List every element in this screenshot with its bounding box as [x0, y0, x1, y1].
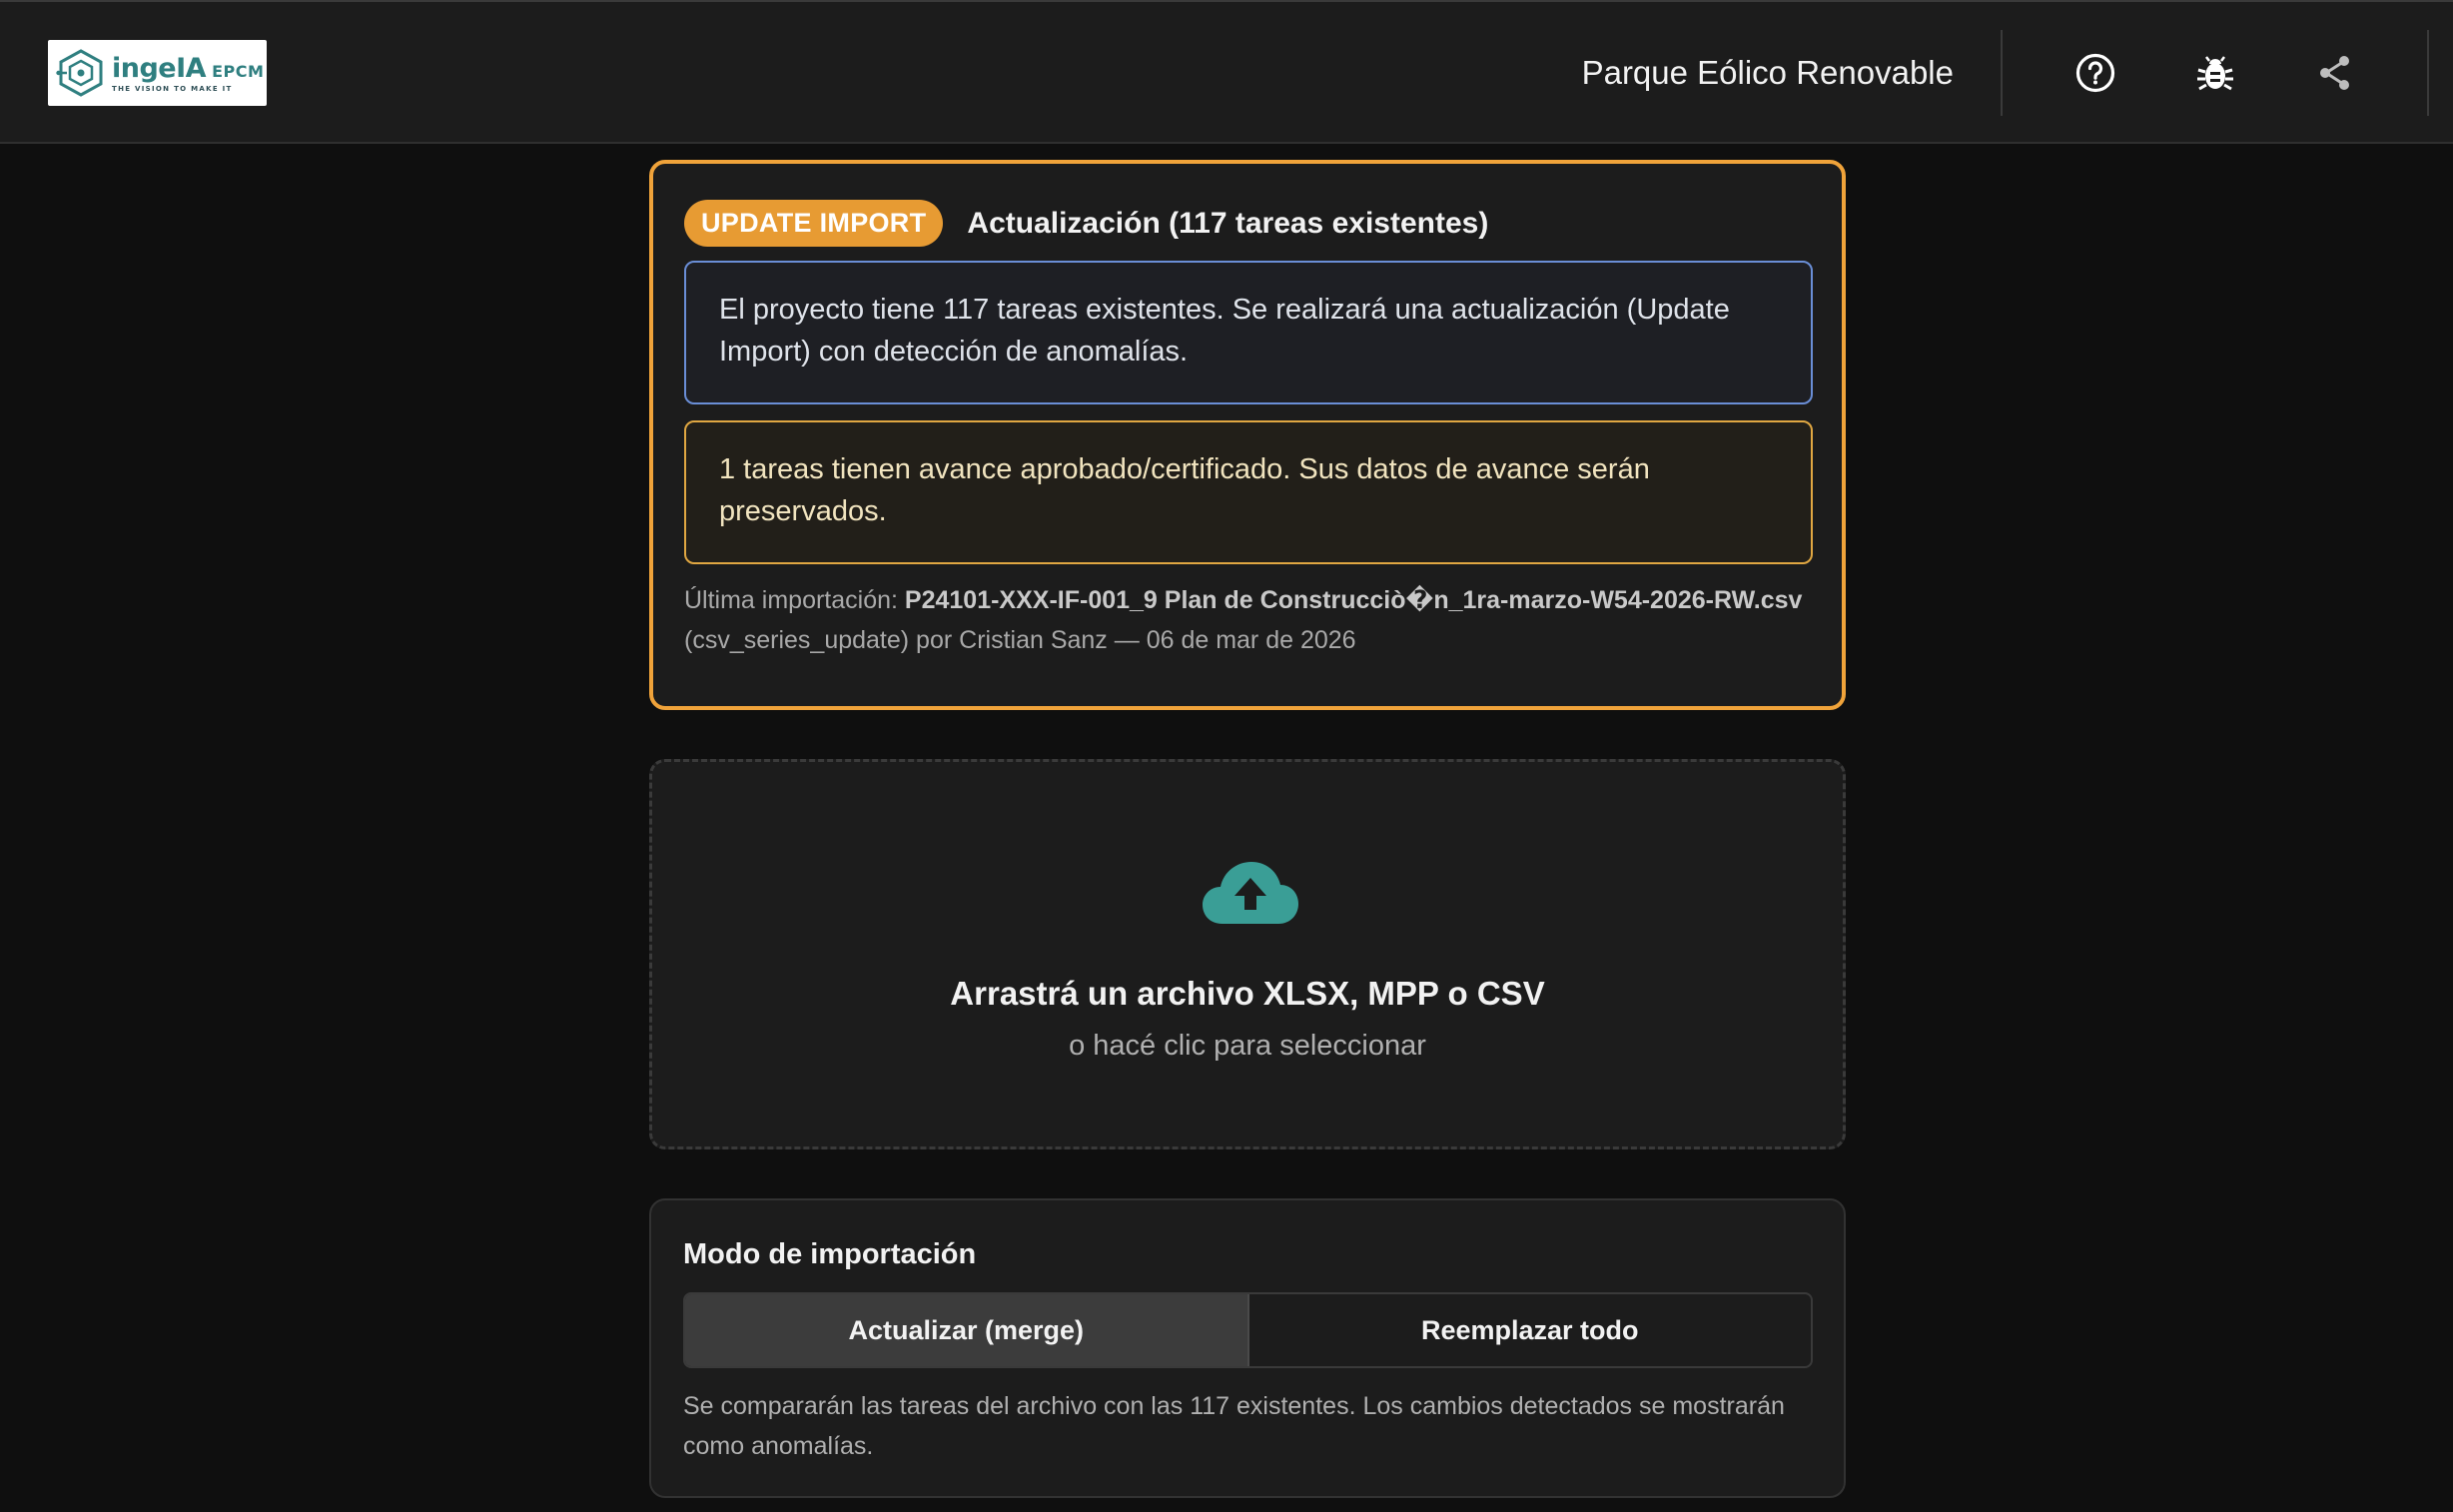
last-import-info: Última importación: P24101-XXX-IF-001_9 …: [684, 580, 1813, 660]
help-icon[interactable]: [2074, 52, 2116, 94]
import-mode-description: Se compararán las tareas del archivo con…: [683, 1392, 1785, 1460]
logo-tagline: THE VISION TO MAKE IT: [112, 85, 233, 93]
header-divider: [2427, 30, 2429, 116]
update-import-card: UPDATE IMPORT Actualización (117 tareas …: [649, 160, 1846, 710]
import-mode-title: Modo de importación: [683, 1238, 977, 1270]
last-import-filename: P24101-XXX-IF-001_9 Plan de Construcciò�…: [904, 586, 1803, 614]
logo-mark-icon: [56, 49, 103, 97]
company-logo[interactable]: ingeIA EPCM THE VISION TO MAKE IT: [48, 40, 267, 106]
warning-alert: 1 tareas tienen avance aprobado/certific…: [684, 420, 1813, 564]
header-divider: [2001, 30, 2003, 116]
bug-icon[interactable]: [2194, 52, 2236, 94]
dropzone-title: Arrastrá un archivo XLSX, MPP o CSV: [950, 975, 1545, 1012]
cloud-upload-icon: [1203, 862, 1298, 924]
top-bar: ingeIA EPCM THE VISION TO MAKE IT Parque…: [0, 0, 2453, 144]
project-title[interactable]: Parque Eólico Renovable: [1582, 54, 1954, 92]
last-import-details: (csv_series_update) por Cristian Sanz — …: [684, 626, 1356, 654]
import-mode-toggle: Actualizar (merge) Reemplazar todo: [683, 1292, 1813, 1368]
mode-replace-button[interactable]: Reemplazar todo: [1249, 1294, 1812, 1366]
file-dropzone[interactable]: Arrastrá un archivo XLSX, MPP o CSV o ha…: [649, 759, 1846, 1149]
update-import-title: Actualización (117 tareas existentes): [967, 206, 1489, 240]
mode-merge-button[interactable]: Actualizar (merge): [685, 1294, 1249, 1366]
info-alert: El proyecto tiene 117 tareas existentes.…: [684, 261, 1813, 404]
info-alert-text: El proyecto tiene 117 tareas existentes.…: [719, 294, 1730, 368]
warning-alert-text: 1 tareas tienen avance aprobado/certific…: [719, 453, 1650, 527]
import-mode-card: Modo de importación Actualizar (merge) R…: [649, 1198, 1846, 1498]
dropzone-subtitle: o hacé clic para seleccionar: [1069, 1030, 1426, 1062]
update-import-badge: UPDATE IMPORT: [684, 200, 944, 247]
last-import-label: Última importación:: [684, 586, 905, 614]
share-icon[interactable]: [2314, 52, 2356, 94]
logo-suffix: EPCM: [212, 62, 265, 81]
logo-wordmark: ingeIA: [112, 53, 207, 84]
